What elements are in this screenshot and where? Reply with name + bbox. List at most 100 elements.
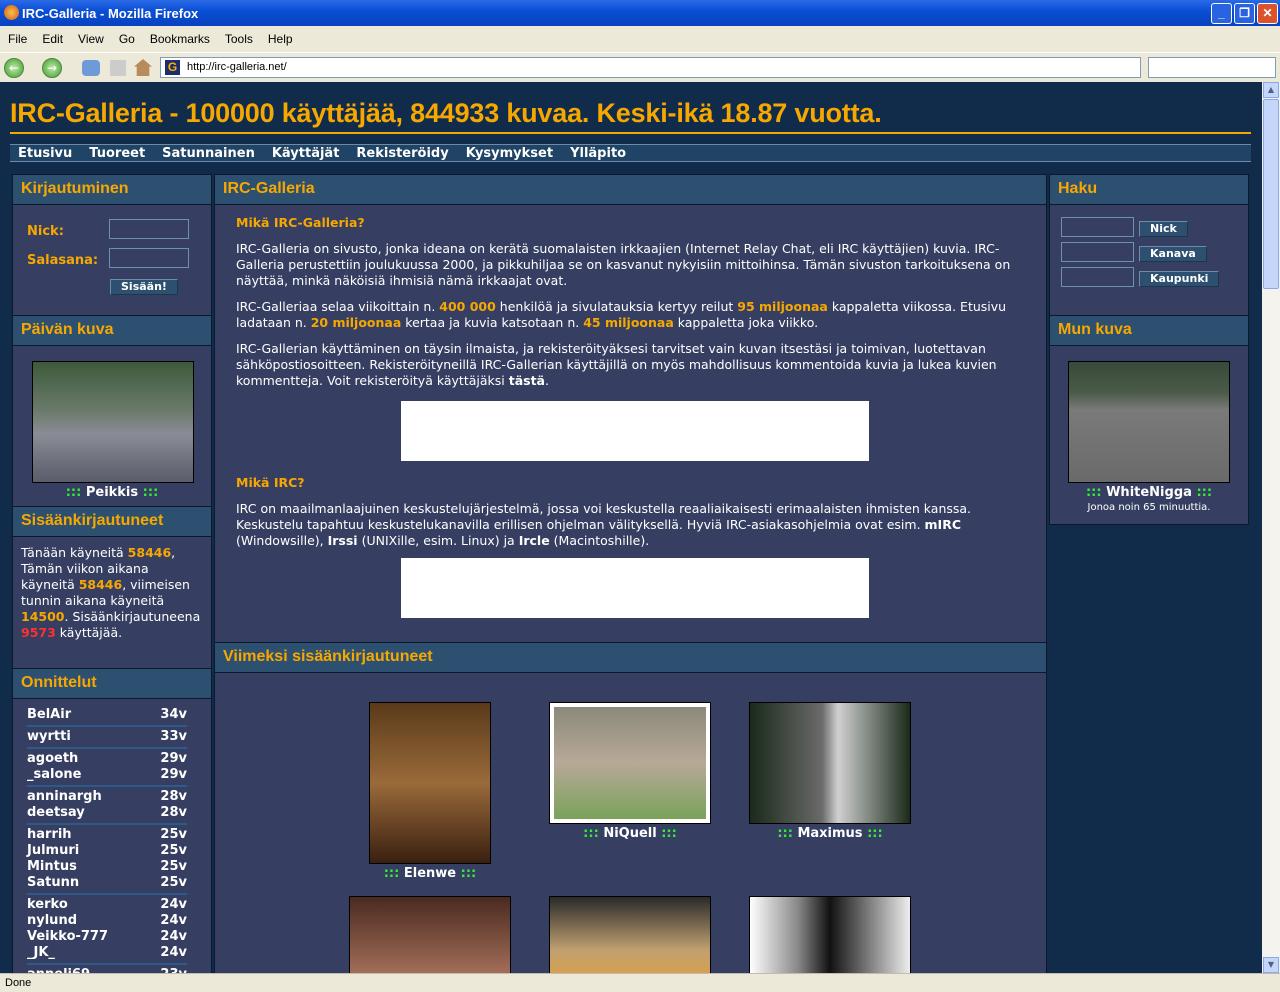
user-photo-niquell[interactable] — [549, 702, 711, 824]
nav-yllapito[interactable]: Ylläpito — [570, 146, 626, 161]
birthday-age: 25v — [160, 875, 187, 890]
birthday-row: anninargh 28v — [27, 789, 187, 805]
birthday-group: agoeth 29v _salone 29v — [27, 751, 187, 787]
scroll-down-icon[interactable]: ▼ — [1263, 957, 1279, 973]
login-button[interactable]: Sisään! — [110, 279, 178, 295]
vertical-scrollbar[interactable]: ▲ ▼ — [1262, 82, 1280, 973]
daily-picture-heading: Päivän kuva — [13, 316, 211, 346]
user-caption-niquell: ::: NiQuell ::: — [583, 826, 677, 841]
birthday-row: Mintus 25v — [27, 859, 187, 875]
forward-icon[interactable]: → — [42, 58, 62, 78]
birthday-group: harrih 25v Julmuri 25v Mintus 25v Satunn 25v — [27, 827, 187, 895]
url-bar[interactable]: Ghttp://irc-galleria.net/ — [160, 57, 1141, 78]
nav-kysymykset[interactable]: Kysymykset — [466, 146, 553, 161]
birthday-user[interactable]: anninargh — [27, 789, 102, 805]
minimize-button[interactable]: _ — [1211, 3, 1232, 24]
birthday-user[interactable]: _salone — [27, 767, 81, 783]
menu-edit[interactable]: Edit — [42, 32, 63, 46]
daily-picture-caption: ::: Peikkis ::: — [65, 485, 159, 500]
nick-input[interactable] — [109, 219, 189, 239]
recent-users-panel: Viimeksi sisäänkirjautuneet ::: Elenwe :… — [214, 642, 1047, 973]
close-button[interactable]: ✕ — [1257, 3, 1278, 24]
user-caption-maximus: ::: Maximus ::: — [777, 826, 883, 841]
scroll-thumb[interactable] — [1263, 99, 1279, 289]
search-nick-button[interactable]: Nick — [1139, 221, 1188, 237]
user-link-elenwe[interactable]: Elenwe — [404, 866, 456, 881]
user-photo-6[interactable] — [749, 896, 911, 973]
site-favicon: G — [165, 60, 180, 75]
title-underline — [10, 132, 1251, 134]
menu-view[interactable]: View — [78, 32, 104, 46]
what-is-heading: Mikä IRC-Galleria? — [236, 215, 365, 230]
menu-bookmarks[interactable]: Bookmarks — [150, 32, 210, 46]
navigation-toolbar: ← → Ghttp://irc-galleria.net/ — [0, 52, 1280, 82]
nav-rekisteroidy[interactable]: Rekisteröidy — [356, 146, 448, 161]
birthday-group: anninargh 28v deetsay 28v — [27, 789, 187, 825]
search-channel-button[interactable]: Kanava — [1139, 246, 1207, 262]
register-link[interactable]: tästä — [509, 373, 545, 388]
menu-go[interactable]: Go — [119, 32, 135, 46]
user-link-niquell[interactable]: NiQuell — [603, 826, 656, 841]
birthday-user[interactable]: agoeth — [27, 751, 78, 767]
menu-file[interactable]: File — [8, 32, 27, 46]
birthday-age: 24v — [160, 945, 187, 960]
search-bar[interactable] — [1148, 57, 1276, 78]
birthday-row: _salone 29v — [27, 767, 187, 783]
birthday-user[interactable]: kerko — [27, 897, 68, 913]
password-input[interactable] — [109, 248, 189, 268]
search-heading: Haku — [1050, 175, 1248, 205]
user-photo-5[interactable] — [549, 896, 711, 973]
birthday-row: BelAir 34v — [27, 707, 187, 723]
ad-banner-1[interactable] — [401, 401, 869, 461]
user-photo-elenwe[interactable] — [369, 702, 491, 864]
birthday-user[interactable]: Satunn — [27, 875, 79, 891]
birthday-user[interactable]: Mintus — [27, 859, 77, 875]
nav-tuoreet[interactable]: Tuoreet — [89, 146, 145, 161]
birthday-user[interactable]: Veikko-777 — [27, 929, 108, 945]
birthday-user[interactable]: Julmuri — [27, 843, 79, 859]
nav-satunnainen[interactable]: Satunnainen — [162, 146, 255, 161]
birthday-row: wyrtti 33v — [27, 729, 187, 745]
birthday-user[interactable]: deetsay — [27, 805, 85, 821]
my-picture[interactable] — [1068, 361, 1230, 483]
nav-etusivu[interactable]: Etusivu — [18, 146, 72, 161]
birthdays-heading: Onnittelut — [13, 669, 211, 699]
scroll-up-icon[interactable]: ▲ — [1263, 82, 1279, 98]
user-photo-maximus[interactable] — [749, 702, 911, 824]
user-photo-4[interactable] — [349, 896, 511, 973]
reload-icon[interactable] — [82, 60, 100, 76]
birthday-user[interactable]: _JK_ — [27, 945, 55, 961]
birthday-user[interactable]: harrih — [27, 827, 72, 843]
user-link-maximus[interactable]: Maximus — [797, 826, 862, 841]
birthday-age: 24v — [160, 913, 187, 928]
menu-help[interactable]: Help — [268, 32, 293, 46]
queue-text: Jonoa noin 65 minuuttia. — [1087, 502, 1211, 513]
birthday-user[interactable]: nylund — [27, 913, 77, 929]
ad-banner-2[interactable] — [401, 558, 869, 618]
daily-picture-user[interactable]: Peikkis — [86, 485, 138, 500]
nav-kayttajat[interactable]: Käyttäjät — [272, 146, 340, 161]
stop-icon[interactable] — [110, 60, 126, 76]
maximize-button[interactable]: ❐ — [1234, 3, 1255, 24]
intro-heading: IRC-Galleria — [215, 175, 1046, 205]
home-icon[interactable] — [134, 59, 152, 76]
back-icon[interactable]: ← — [4, 58, 24, 78]
birthday-age: 28v — [160, 805, 187, 820]
daily-picture-panel: Päivän kuva ::: Peikkis ::: — [12, 315, 212, 507]
online-stats: Tänään käyneitä 58446, Tämän viikon aika… — [21, 545, 201, 640]
search-city-button[interactable]: Kaupunki — [1139, 271, 1220, 287]
search-city-input[interactable] — [1061, 267, 1134, 287]
search-channel-input[interactable] — [1061, 242, 1134, 262]
birthday-user[interactable]: wyrtti — [27, 729, 71, 745]
intro-paragraph-1: IRC-Galleria on sivusto, jonka ideana on… — [236, 241, 1011, 288]
birthday-row: kerko 24v — [27, 897, 187, 913]
daily-picture[interactable] — [32, 361, 194, 483]
birthday-user[interactable]: BelAir — [27, 707, 71, 723]
search-nick-input[interactable] — [1061, 217, 1134, 237]
birthday-row: Veikko-777 24v — [27, 929, 187, 945]
birthday-group: kerko 24v nylund 24v Veikko-777 24v _JK_ 24v — [27, 897, 187, 965]
birthday-age: 34v — [160, 707, 187, 722]
my-picture-user[interactable]: WhiteNigga — [1106, 485, 1192, 500]
menu-tools[interactable]: Tools — [225, 32, 253, 46]
birthday-row: nylund 24v — [27, 913, 187, 929]
